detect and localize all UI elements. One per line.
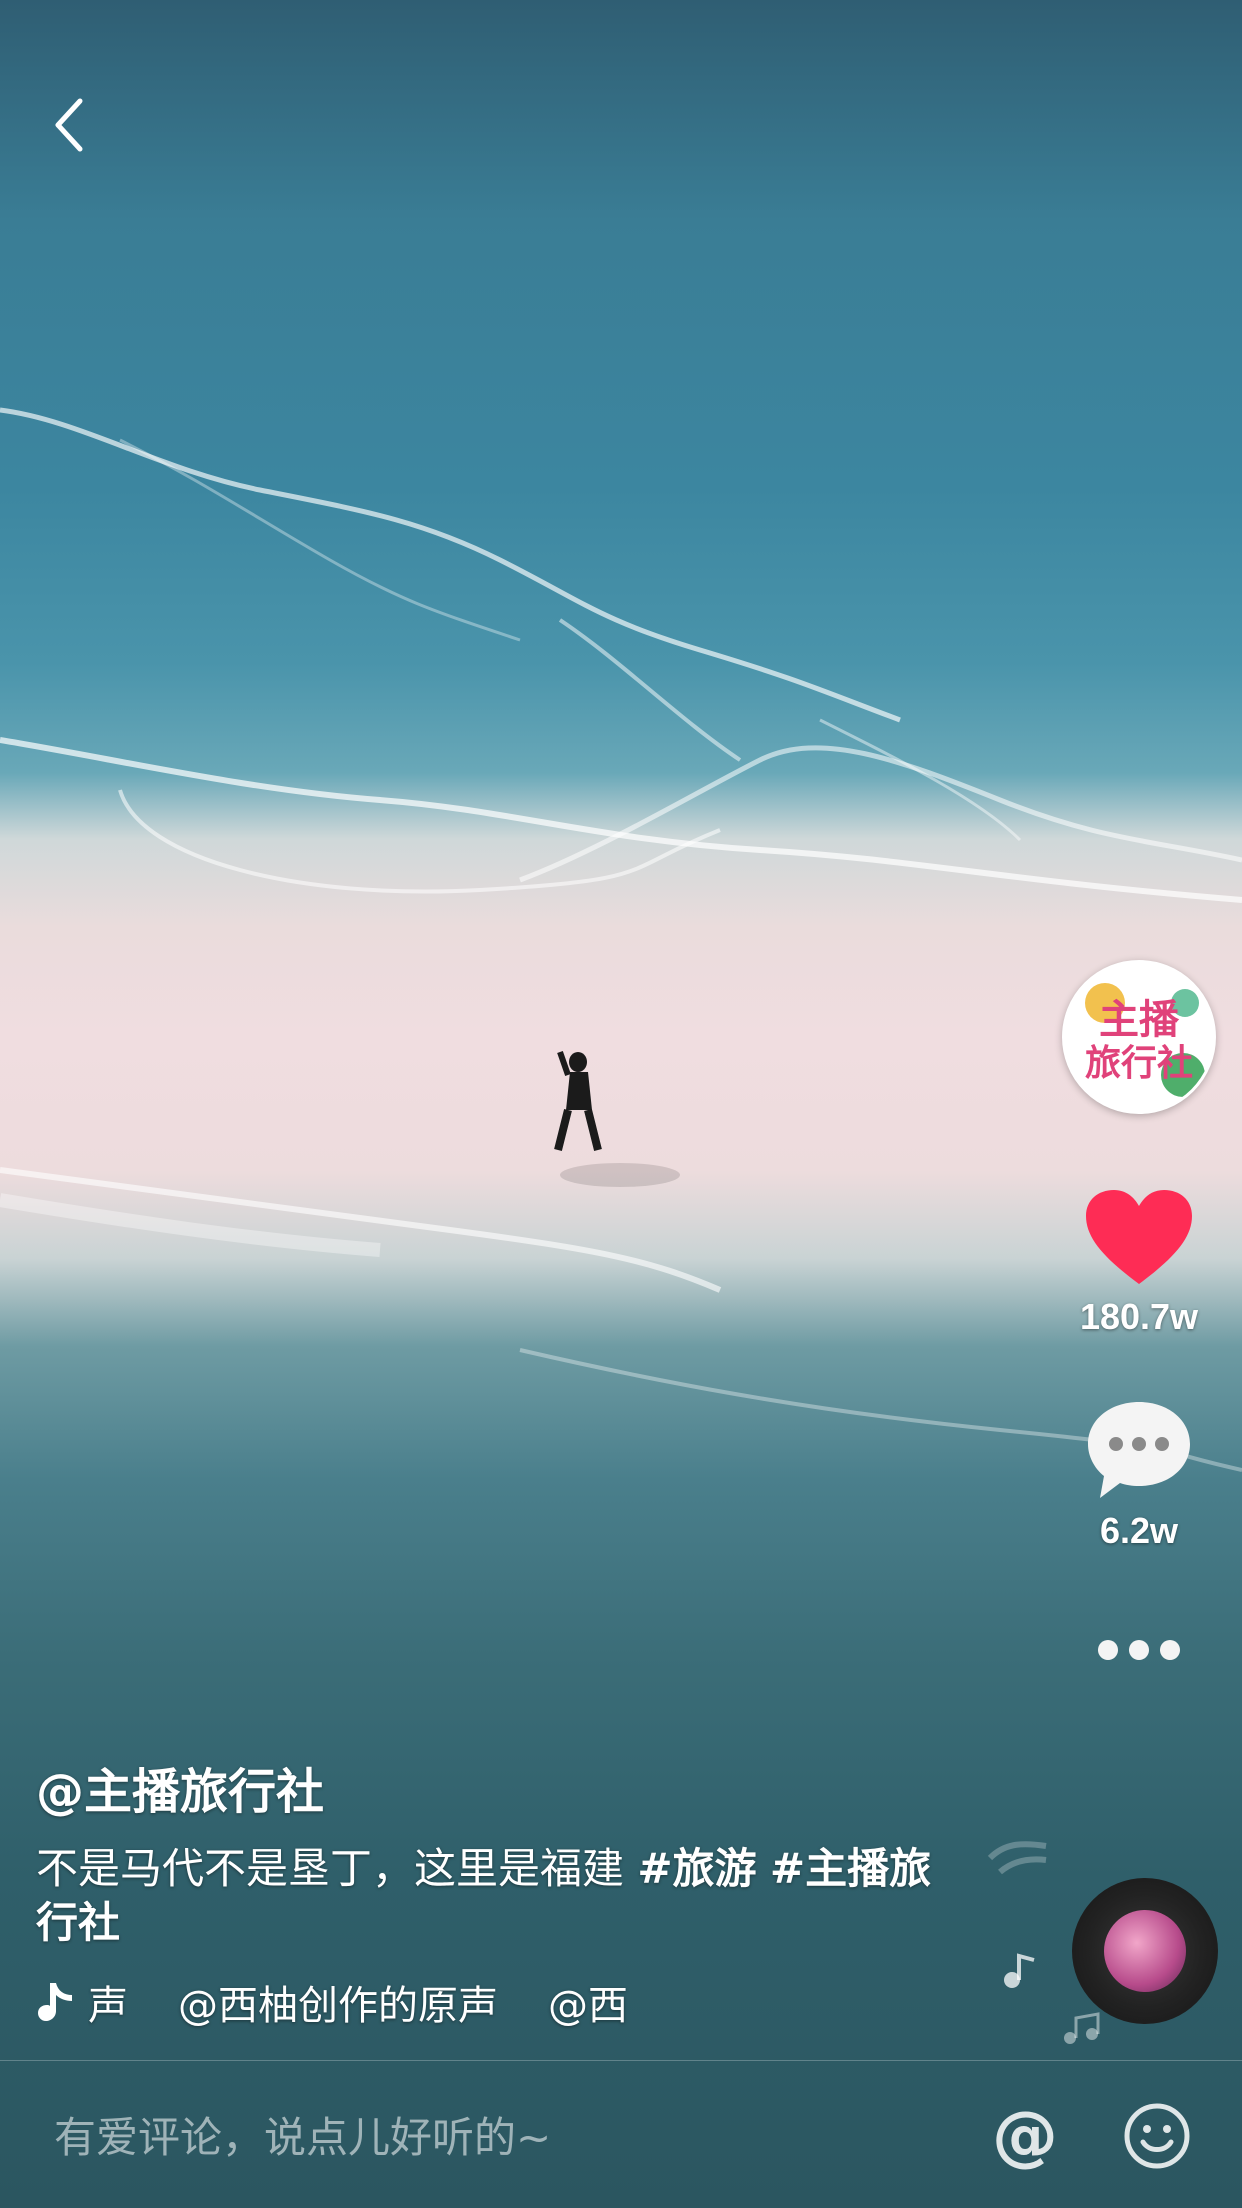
comment-bar: 有爱评论，说点儿好听的~ @: [0, 2061, 1242, 2208]
comment-action[interactable]: 6.2w: [1086, 1398, 1192, 1552]
more-dots-icon: [1098, 1640, 1180, 1660]
emoji-button[interactable]: [1122, 2101, 1192, 2171]
music-text-item: @西柚创作的原声: [178, 1983, 498, 2029]
music-note-icon: [1004, 1953, 1035, 1988]
at-icon: @: [992, 2097, 1058, 2174]
hashtag[interactable]: #旅游: [637, 1844, 756, 1893]
music-cover: [1104, 1910, 1186, 1992]
video-player[interactable]: 主播 旅行社 180.7w 6.2w @主播旅行社 不是马代不是垦丁，这里是福建…: [0, 0, 1242, 2208]
like-action[interactable]: 180.7w: [1080, 1188, 1198, 1338]
svg-text:旅行社: 旅行社: [1085, 1043, 1193, 1084]
emoji-icon: [1124, 2103, 1190, 2169]
music-text-item: 声: [88, 1983, 128, 2029]
video-caption: @主播旅行社 不是马代不是垦丁，这里是福建 #旅游 #主播旅行社 声 @西柚创作的…: [36, 1752, 956, 2030]
back-button[interactable]: [40, 90, 100, 160]
music-text-item: @西: [548, 1983, 628, 2029]
music-note-icon: [987, 1841, 1047, 1875]
comment-bubble-icon: [1088, 1402, 1190, 1498]
likes-count: 180.7w: [1079, 1296, 1199, 1337]
tiktok-note-icon: [38, 1983, 72, 2021]
comments-count: 6.2w: [1099, 1510, 1179, 1551]
heart-icon: [1086, 1190, 1192, 1284]
description-text: 不是马代不是垦丁，这里是福建: [36, 1844, 638, 1893]
music-note-icon: [1064, 2012, 1100, 2044]
svg-text:主播: 主播: [1099, 997, 1180, 1043]
person-figure: [554, 1051, 680, 1187]
video-description: 不是马代不是垦丁，这里是福建 #旅游 #主播旅行社: [36, 1842, 956, 1950]
back-chevron-icon: [55, 98, 83, 152]
at-button[interactable]: @: [990, 2101, 1060, 2171]
author-handle[interactable]: @主播旅行社: [36, 1752, 956, 1822]
comment-input[interactable]: 有爱评论，说点儿好听的~: [54, 2104, 954, 2165]
music-title: 声 @西柚创作的原声 @西: [88, 1973, 648, 2031]
music-marquee[interactable]: 声 @西柚创作的原声 @西: [36, 1974, 956, 2030]
more-action[interactable]: [1096, 1638, 1182, 1662]
action-sidebar: 主播 旅行社 180.7w 6.2w: [1054, 960, 1224, 1662]
avatar-logo: 主播 旅行社: [1065, 963, 1213, 1111]
author-avatar[interactable]: 主播 旅行社: [1062, 960, 1216, 1114]
music-disc[interactable]: [1072, 1878, 1218, 2024]
